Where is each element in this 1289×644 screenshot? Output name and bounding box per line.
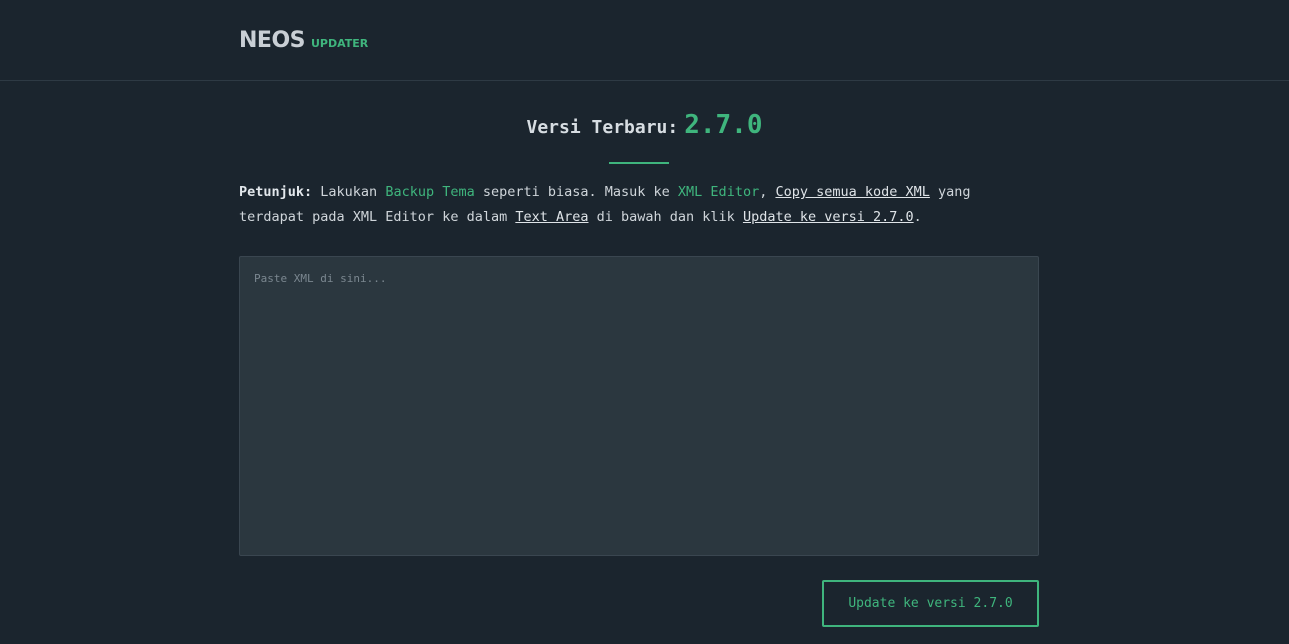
instructions-segment: seperti biasa. Masuk ke <box>474 184 678 200</box>
title-divider <box>609 162 669 164</box>
update-reference: Update ke versi 2.7.0 <box>742 209 914 225</box>
copy-all-xml-text: Copy semua kode XML <box>775 184 930 200</box>
brand-subtitle: UPDATER <box>311 37 369 50</box>
instructions-lead: Petunjuk: <box>239 184 313 200</box>
top-bar: NEOS UPDATER <box>0 0 1289 81</box>
instructions-segment: di bawah dan klik <box>588 209 743 225</box>
brand-name: NEOS <box>239 28 306 53</box>
latest-version-value: 2.7.0 <box>684 110 763 140</box>
instructions-segment: . <box>913 209 922 225</box>
instructions-segment: , <box>759 184 776 200</box>
update-button[interactable]: Update ke versi 2.7.0 <box>822 580 1039 627</box>
brand-logo: NEOS UPDATER <box>239 28 368 53</box>
instructions-text: Petunjuk: Lakukan Backup Tema seperti bi… <box>239 180 1039 230</box>
xml-input[interactable] <box>239 256 1039 556</box>
backup-theme-text: Backup Tema <box>385 184 475 200</box>
instructions-segment: Lakukan <box>312 184 386 200</box>
xml-editor-text: XML Editor <box>677 184 760 200</box>
page-title: Versi Terbaru: 2.7.0 <box>0 110 1289 140</box>
latest-version-label: Versi Terbaru: <box>526 117 679 138</box>
text-area-reference: Text Area <box>515 209 589 225</box>
